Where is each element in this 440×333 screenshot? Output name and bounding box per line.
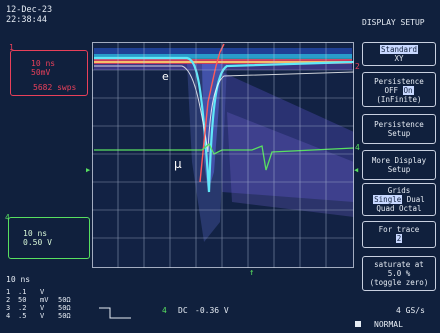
persistence-mode: (InFinite) (376, 95, 422, 104)
more-display-setup-button[interactable]: More Display Setup (362, 150, 436, 180)
waveform-display: e μ (92, 42, 355, 268)
persistence-title: Persistence (374, 77, 424, 86)
footer-timebase: 10 ns (6, 275, 31, 284)
channel-2-ground-marker[interactable]: 2 (355, 62, 360, 71)
channel-4-volts: 0.50 V (23, 238, 52, 247)
display-mode-button[interactable]: Standard XY (362, 42, 436, 66)
trigger-channel: 4 (162, 306, 167, 315)
display-standard-option[interactable]: Standard (379, 45, 419, 54)
channel-scale-table: 1 .1 V 2 50 mV 50Ω 3 .2 V 50Ω 4 .5 V 50Ω (6, 288, 71, 320)
channel-scale-row[interactable]: 4 .5 V 50Ω (6, 312, 71, 320)
sample-rate: 4 GS/s (396, 306, 425, 315)
grid-octal-option[interactable]: Octal (399, 204, 422, 213)
channel-1-volts: 50mV (31, 68, 51, 77)
channel-scale-row[interactable]: 1 .1 V (6, 288, 71, 296)
trigger-level-left-icon[interactable]: ▶ (86, 166, 90, 174)
acquisition-mode: NORMAL (374, 320, 403, 329)
time-text: 22:38:44 (6, 15, 47, 25)
persistence-toggle-button[interactable]: Persistence OFF On (InFinite) (362, 72, 436, 107)
muon-label: μ (174, 157, 182, 171)
persistence-on[interactable]: On (402, 86, 414, 95)
trigger-level-right-icon[interactable]: ◀ (354, 166, 358, 174)
datetime: 12-Dec-23 22:38:44 (6, 5, 52, 25)
waveform-grid[interactable]: e μ (92, 42, 355, 268)
trigger-position-icon[interactable]: ↑ (249, 268, 254, 278)
grid-dual-option[interactable]: Dual (407, 195, 425, 204)
trigger-level: -0.36 V (195, 306, 229, 315)
grid-quad-option[interactable]: Quad (376, 204, 394, 213)
oscilloscope-screen: 12-Dec-23 22:38:44 1 10 ns 50mV 5682 swp… (0, 0, 440, 333)
status-square-icon (355, 321, 361, 327)
trigger-slope-icon (99, 307, 131, 319)
channel-scale-row[interactable]: 2 50 mV 50Ω (6, 296, 71, 304)
persistence-setup-button[interactable]: Persistence Setup (362, 114, 436, 144)
for-trace-title: For trace (378, 225, 420, 234)
channel-1-number: 1 (9, 43, 14, 52)
menu-title: DISPLAY SETUP (362, 18, 425, 27)
for-trace-value: 2 (395, 234, 403, 243)
channel-4-descriptor[interactable]: 4 10 ns 0.50 V (5, 213, 90, 259)
channel-1-sweeps: 5682 swps (33, 83, 77, 92)
display-xy-option[interactable]: XY (363, 54, 435, 63)
grid-single-option[interactable]: Single (373, 195, 403, 204)
channel-scale-row[interactable]: 3 .2 V 50Ω (6, 304, 71, 312)
date-text: 12-Dec-23 (6, 5, 53, 15)
for-trace-button[interactable]: For trace 2 (362, 221, 436, 248)
channel-4-ground-marker[interactable]: 4 (355, 143, 360, 152)
grids-title: Grids (387, 186, 411, 195)
channel-4-number: 4 (5, 213, 10, 222)
saturate-button[interactable]: saturate at 5.0 % (toggle zero) (362, 256, 436, 291)
persistence-off[interactable]: OFF (384, 86, 398, 95)
grids-button[interactable]: Grids Single Dual Quad Octal (362, 183, 436, 216)
trigger-coupling: DC (178, 306, 188, 315)
electron-label: e (162, 70, 169, 83)
channel-1-descriptor[interactable]: 1 10 ns 50mV 5682 swps (9, 43, 88, 96)
